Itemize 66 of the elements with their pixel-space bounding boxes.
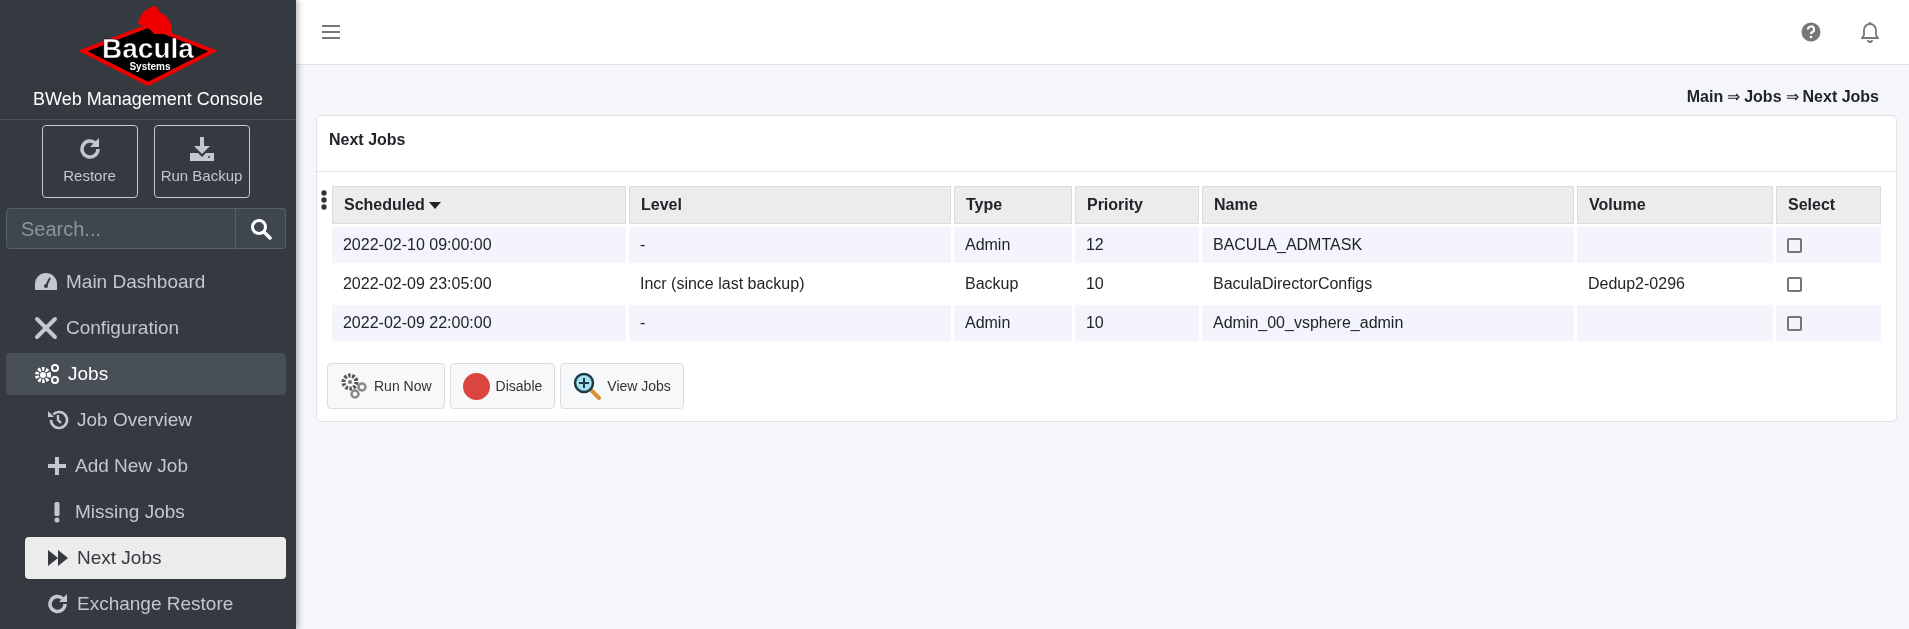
- table-cell: Admin: [964, 236, 1011, 253]
- plus-icon: [47, 456, 67, 476]
- table-cell: 2022-02-09 23:05:00: [342, 275, 492, 292]
- logo: Bacula Systems: [78, 4, 218, 86]
- breadcrumb-item[interactable]: Jobs: [1744, 85, 1782, 109]
- column-header[interactable]: Priority: [1074, 186, 1199, 224]
- table-cell: 12: [1085, 236, 1104, 253]
- breadcrumb-separator: ⇒: [1727, 87, 1741, 107]
- run-now-button[interactable]: Run Now: [327, 363, 445, 409]
- kebab-menu-icon[interactable]: [321, 190, 327, 210]
- history-icon: [47, 409, 69, 431]
- sidebar-item[interactable]: Next Jobs: [25, 537, 286, 579]
- gears-icon: [34, 363, 60, 385]
- sidebar-item[interactable]: Exchange Restore: [25, 583, 286, 625]
- gears-icon: [340, 372, 368, 400]
- breadcrumb-item[interactable]: Next Jobs: [1802, 85, 1879, 109]
- restore-button[interactable]: Restore: [41, 125, 138, 198]
- sidebar-item[interactable]: Jobs: [6, 353, 286, 395]
- sidebar-item[interactable]: Add New Job: [25, 445, 286, 487]
- select-checkbox[interactable]: [1786, 238, 1802, 254]
- table-cell: Backup: [964, 275, 1019, 292]
- sort-caret-icon: [429, 201, 442, 210]
- select-checkbox[interactable]: [1786, 277, 1802, 293]
- column-header[interactable]: Level: [628, 186, 951, 224]
- table-cell: Incr (since last backup): [639, 275, 805, 292]
- search-field[interactable]: Search...: [6, 208, 236, 249]
- table-cell: BaculaDirectorConfigs: [1212, 275, 1373, 292]
- column-header[interactable]: Type: [953, 186, 1072, 224]
- search-button[interactable]: [236, 208, 286, 249]
- table-cell: -: [639, 314, 646, 331]
- disable-button[interactable]: Disable: [449, 363, 556, 409]
- view-jobs-button[interactable]: View Jobs: [560, 363, 684, 409]
- fast-forward-icon: [47, 549, 69, 567]
- column-header[interactable]: Name: [1201, 186, 1574, 224]
- bell-icon[interactable]: [1861, 21, 1879, 43]
- help-icon[interactable]: [1801, 22, 1821, 42]
- table-cell: 2022-02-10 09:00:00: [342, 236, 492, 253]
- run-backup-button[interactable]: Run Backup: [153, 125, 250, 198]
- sidebar-item[interactable]: Job Overview: [25, 399, 286, 441]
- table-cell: Admin: [964, 314, 1011, 331]
- card-title: Next Jobs: [329, 131, 406, 148]
- column-header[interactable]: Scheduled: [331, 186, 626, 224]
- breadcrumb-separator: ⇒: [1785, 87, 1799, 107]
- console-title: BWeb Management Console: [32, 88, 264, 111]
- column-header[interactable]: Volume: [1576, 186, 1773, 224]
- redo-icon: [47, 593, 69, 615]
- breadcrumb-item[interactable]: Main: [1686, 85, 1724, 109]
- table-cell: Dedup2-0296: [1587, 275, 1685, 292]
- download-icon: [188, 135, 215, 162]
- menu-icon[interactable]: [322, 24, 342, 40]
- table-cell: 10: [1085, 275, 1104, 292]
- table-cell: 2022-02-09 22:00:00: [342, 314, 492, 331]
- table-cell: 10: [1085, 314, 1104, 331]
- select-checkbox[interactable]: [1786, 316, 1802, 332]
- table-cell: -: [639, 236, 646, 253]
- zoom-in-icon: [573, 372, 602, 400]
- tools-icon: [34, 316, 58, 340]
- gauge-icon: [34, 272, 58, 292]
- table-cell: BACULA_ADMTASK: [1212, 236, 1363, 253]
- sidebar-item[interactable]: Configuration: [6, 307, 286, 349]
- disable-icon: [462, 372, 490, 400]
- search-icon: [249, 217, 272, 240]
- sidebar-item[interactable]: Main Dashboard: [6, 261, 286, 303]
- column-header[interactable]: Select: [1775, 186, 1881, 224]
- sidebar-item[interactable]: Missing Jobs: [25, 491, 286, 533]
- table-cell: Admin_00_vsphere_admin: [1212, 314, 1404, 331]
